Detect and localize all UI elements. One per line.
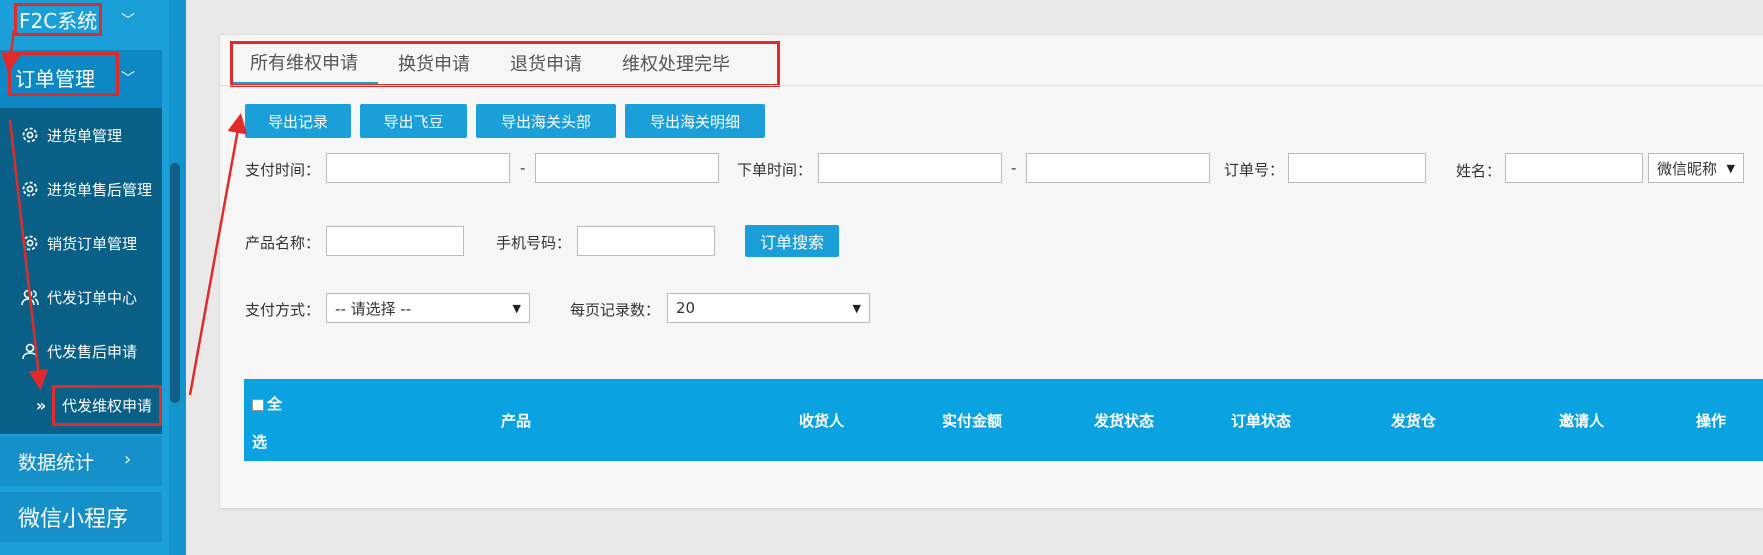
page-size-select[interactable]: 20 ▼ (667, 293, 870, 323)
sidebar-item-purchase-aftersale[interactable]: 进货单售后管理 (0, 167, 162, 211)
page-size-value: 20 (676, 299, 696, 317)
col-receiver: 收货人 (799, 411, 845, 430)
sidebar-item-dropship-center[interactable]: 代发订单中心 (0, 275, 162, 319)
order-no-input[interactable] (1288, 153, 1426, 183)
pay-method-select[interactable]: -- 请选择 -- ▼ (326, 293, 530, 323)
chevron-down-icon: ﹀ (121, 71, 135, 87)
gear-icon (19, 178, 41, 200)
nav-wechat-miniprogram[interactable]: 微信小程序 (0, 492, 162, 542)
order-time-label: 下单时间： (737, 161, 813, 179)
order-search-button[interactable]: 订单搜索 (745, 225, 839, 257)
pay-time-label: 支付时间： (245, 161, 321, 179)
chevron-right-icon: › (124, 449, 132, 470)
range-dash: - (1011, 159, 1017, 177)
sidebar-item-purchase[interactable]: 进货单管理 (0, 113, 162, 157)
export-customs-header-button[interactable]: 导出海关头部 (476, 104, 616, 138)
pay-time-end-input[interactable] (535, 153, 719, 183)
nav-order-label: 订单管理 (15, 67, 95, 91)
tab-return[interactable]: 退货申请 (490, 41, 602, 85)
export-customs-detail-button[interactable]: 导出海关明细 (625, 104, 765, 138)
order-time-end-input[interactable] (1026, 153, 1210, 183)
user-icon (19, 340, 41, 362)
tab-rights-done[interactable]: 维权处理完毕 (602, 41, 750, 85)
pay-method-value: -- 请选择 -- (335, 299, 412, 318)
sidebar-scrollbar[interactable] (170, 163, 180, 403)
sidebar-item-label: 进货单管理 (47, 126, 123, 145)
product-name-label: 产品名称： (245, 234, 321, 252)
sidebar-item-dropship-aftersale[interactable]: 代发售后申请 (0, 329, 162, 373)
sidebar-item-label: 销货订单管理 (47, 234, 138, 253)
name-input[interactable] (1505, 153, 1643, 183)
export-records-button[interactable]: 导出记录 (245, 104, 351, 138)
tab-bar: 所有维权申请 换货申请 退货申请 维权处理完毕 (230, 41, 750, 85)
name-type-value: 微信昵称 (1657, 159, 1718, 178)
double-chevron-icon: » (35, 395, 47, 415)
nav-data-stats[interactable]: 数据统计 › (0, 436, 162, 486)
chevron-down-icon: ﹀ (121, 13, 135, 29)
select-all-cell[interactable]: 全 选 (252, 385, 292, 461)
triangle-down-icon: ▼ (1726, 161, 1735, 175)
gear-icon (19, 232, 41, 254)
product-name-input[interactable] (326, 226, 464, 256)
page-size-label: 每页记录数： (570, 301, 661, 319)
pay-time-start-input[interactable] (326, 153, 510, 183)
sidebar: F2C系统 ﹀ 订单管理 ﹀ 进货单管理 进货单售后管理 销货订单管理 代发订单… (0, 0, 186, 555)
main-panel: 所有维权申请 换货申请 退货申请 维权处理完毕 导出记录 导出飞豆 导出海关头部… (220, 34, 1763, 508)
order-submenu: 进货单管理 进货单售后管理 销货订单管理 代发订单中心 代发售后申请 » 代发维… (0, 108, 163, 434)
sidebar-item-label: 代发售后申请 (47, 342, 138, 361)
table-header: 全 选 产品 收货人 实付金额 发货状态 订单状态 发货仓 邀请人 操作 (244, 379, 1763, 461)
order-no-label: 订单号： (1224, 161, 1285, 179)
nav-stats-label: 数据统计 (18, 451, 95, 474)
nav-f2c-system[interactable]: F2C系统 ﹀ (0, 0, 162, 38)
phone-input[interactable] (577, 226, 715, 256)
nav-order-management[interactable]: 订单管理 ﹀ (0, 50, 162, 108)
sidebar-item-label: 代发维权申请 (51, 384, 163, 426)
sidebar-item-sales-orders[interactable]: 销货订单管理 (0, 221, 162, 265)
col-actions: 操作 (1696, 411, 1727, 430)
select-all-checkbox[interactable] (252, 398, 264, 411)
select-all-label-2: 选 (252, 433, 268, 451)
sidebar-item-dropship-rights[interactable]: » 代发维权申请 (0, 383, 163, 427)
select-all-label: 全 (267, 395, 283, 413)
tab-divider (220, 85, 1763, 86)
col-inviter: 邀请人 (1559, 411, 1605, 430)
tab-exchange[interactable]: 换货申请 (378, 41, 490, 85)
sidebar-item-label: 代发订单中心 (47, 288, 138, 307)
col-paid-amount: 实付金额 (942, 411, 1003, 430)
order-time-start-input[interactable] (818, 153, 1002, 183)
tab-all-rights[interactable]: 所有维权申请 (230, 41, 378, 85)
col-product: 产品 (501, 411, 532, 430)
users-icon (19, 286, 41, 308)
gear-icon (19, 124, 41, 146)
col-warehouse: 发货仓 (1391, 411, 1437, 430)
nav-mini-label: 微信小程序 (18, 507, 129, 532)
range-dash: - (520, 159, 526, 177)
pay-method-label: 支付方式： (245, 301, 321, 319)
name-type-select[interactable]: 微信昵称 ▼ (1648, 153, 1744, 183)
phone-label: 手机号码： (496, 234, 572, 252)
triangle-down-icon: ▼ (852, 301, 861, 315)
name-label: 姓名： (1456, 162, 1502, 180)
triangle-down-icon: ▼ (512, 301, 521, 315)
export-feidou-button[interactable]: 导出飞豆 (360, 104, 467, 138)
sidebar-item-label: 进货单售后管理 (47, 180, 153, 199)
col-ship-status: 发货状态 (1094, 411, 1155, 430)
col-order-status: 订单状态 (1231, 411, 1292, 430)
nav-f2c-label: F2C系统 (13, 2, 103, 36)
